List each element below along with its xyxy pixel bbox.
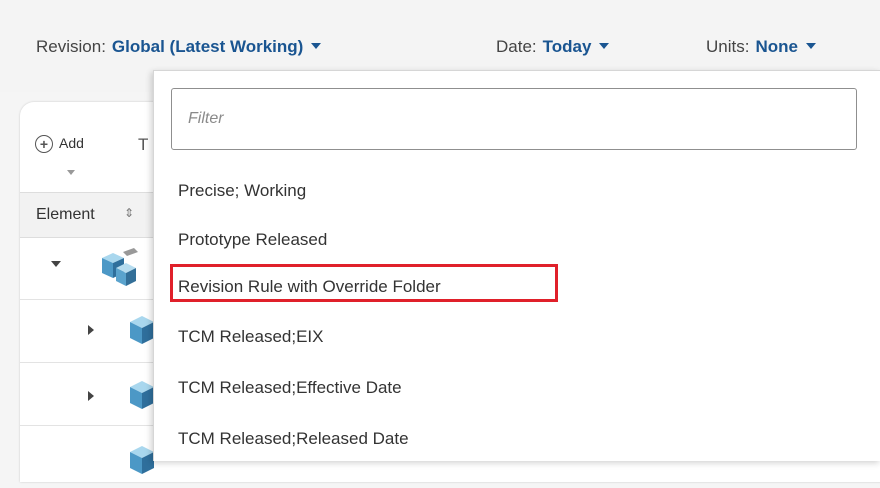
date-caret-icon[interactable]: [599, 43, 610, 49]
dropdown-option[interactable]: Precise; Working: [178, 181, 306, 201]
add-caret-icon[interactable]: [67, 170, 75, 175]
dropdown-option[interactable]: TCM Released;Released Date: [178, 429, 409, 449]
add-icon: +: [35, 135, 53, 154]
filter-input[interactable]: [171, 88, 857, 150]
units-label: Units:: [706, 37, 750, 56]
units-selector[interactable]: Units: None: [706, 37, 816, 57]
toolbar-truncated-icon[interactable]: T: [138, 135, 148, 155]
revision-caret-icon[interactable]: [311, 43, 322, 49]
dropdown-option[interactable]: TCM Released;EIX: [178, 327, 324, 347]
revision-selector[interactable]: Revision: Global (Latest Working): [36, 37, 322, 57]
assembly-icon: [102, 248, 138, 286]
revision-value[interactable]: Global (Latest Working): [112, 37, 303, 56]
add-button[interactable]: + Add: [35, 135, 84, 154]
sort-icon[interactable]: ⇕: [124, 206, 134, 220]
collapse-toggle-icon[interactable]: [88, 391, 94, 401]
dropdown-option[interactable]: TCM Released;Effective Date: [178, 378, 402, 398]
dropdown-option[interactable]: Prototype Released: [178, 230, 327, 250]
column-header-element[interactable]: Element: [36, 206, 95, 224]
highlight-box: [170, 264, 558, 302]
add-button-label: Add: [59, 135, 84, 151]
units-value[interactable]: None: [755, 37, 798, 56]
date-selector[interactable]: Date: Today: [496, 37, 610, 57]
collapse-toggle-icon[interactable]: [88, 325, 94, 335]
units-caret-icon[interactable]: [805, 43, 816, 49]
revision-label: Revision:: [36, 37, 106, 56]
expand-toggle-icon[interactable]: [51, 261, 61, 267]
date-value[interactable]: Today: [543, 37, 592, 56]
date-label: Date:: [496, 37, 537, 56]
revision-rule-dropdown: Precise; Working Prototype Released Revi…: [153, 70, 880, 461]
